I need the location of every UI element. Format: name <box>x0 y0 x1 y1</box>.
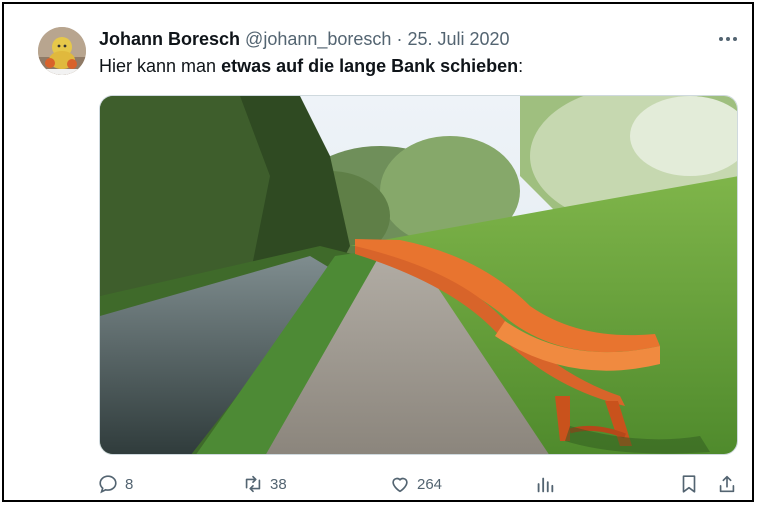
share-icon <box>719 475 735 493</box>
heart-icon <box>392 477 408 493</box>
reply-count: 8 <box>125 475 134 493</box>
tweet-date[interactable]: 25. Juli 2020 <box>407 29 509 49</box>
more-icon[interactable] <box>716 29 740 49</box>
tweet-text: Hier kann man etwas auf die lange Bank s… <box>99 56 523 77</box>
share-button[interactable] <box>716 470 738 498</box>
reply-button[interactable]: 8 <box>97 470 133 498</box>
separator-dot: · <box>396 29 403 49</box>
tweet-text-plain: Hier kann man <box>99 56 222 76</box>
tweet-photo[interactable] <box>99 95 738 455</box>
tweet-actions: 8 38 264 <box>4 470 760 498</box>
retweet-button[interactable]: 38 <box>242 470 287 498</box>
reply-icon <box>99 475 117 494</box>
tweet-card: Johann Boresch @johann_boresch · 25. Jul… <box>2 2 754 502</box>
analytics-icon <box>537 477 554 493</box>
avatar-image <box>38 27 86 75</box>
bookmark-button[interactable] <box>678 470 700 498</box>
author-name[interactable]: Johann Boresch <box>99 29 240 49</box>
retweet-count: 38 <box>270 475 287 493</box>
avatar[interactable] <box>38 27 86 75</box>
bookmark-icon <box>682 475 696 493</box>
like-button[interactable]: 264 <box>389 470 442 498</box>
author-handle[interactable]: @johann_boresch <box>245 29 391 49</box>
tweet-text-tail: : <box>518 56 524 76</box>
park-bench-photo <box>100 96 737 454</box>
views-button[interactable] <box>534 470 556 498</box>
like-count: 264 <box>417 475 443 493</box>
tweet-text-bold: etwas auf die lange Bank schieben <box>221 56 519 76</box>
retweet-icon <box>245 475 261 493</box>
tweet-header: Johann Boresch @johann_boresch · 25. Jul… <box>99 29 510 50</box>
